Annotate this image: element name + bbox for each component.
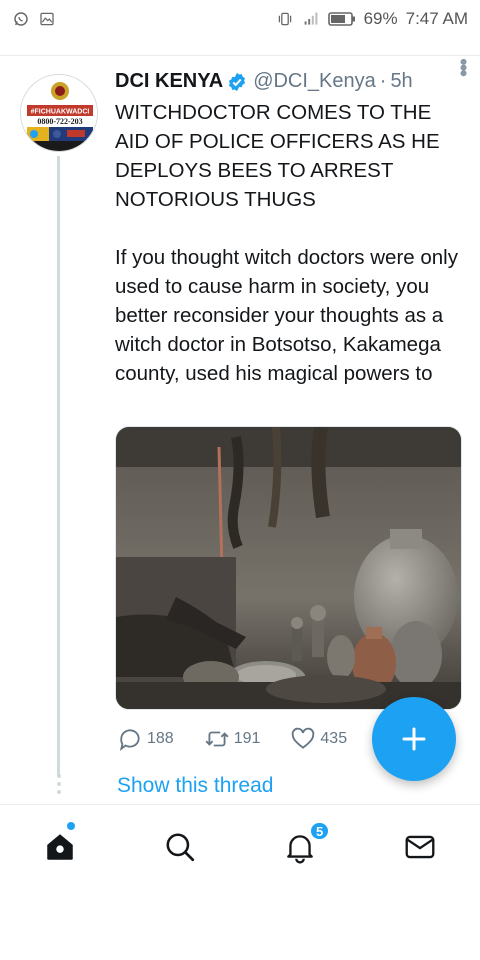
reply-icon	[119, 729, 140, 752]
bottom-nav: 5	[0, 805, 480, 889]
notification-badge: 5	[309, 821, 331, 841]
tweet-age: 5h	[390, 70, 413, 92]
heart-icon	[292, 727, 315, 749]
tweet-text: WITCHDOCTOR COMES TO THE AID OF POLICE O…	[115, 98, 465, 388]
home-icon	[47, 834, 73, 860]
dci-logo-icon: #FICHUAKWADCI 0800-722-203	[21, 75, 97, 151]
search-icon	[166, 833, 195, 862]
avatar-phone: 0800-722-203	[37, 117, 82, 126]
reply-button[interactable]: 188	[117, 726, 174, 752]
avatar-hashtag: #FICHUAKWADCI	[31, 109, 90, 116]
retweet-icon	[205, 731, 229, 747]
photo-witch-doctor-shrine	[116, 427, 461, 709]
avatar[interactable]: #FICHUAKWADCI 0800-722-203	[20, 74, 98, 152]
tweet[interactable]: #FICHUAKWADCI 0800-722-203 DCI KENYA @DC…	[0, 56, 480, 804]
tweet-actions: 188 191 435	[117, 726, 377, 752]
author-name[interactable]: DCI KENYA	[115, 70, 223, 93]
signal-icon	[304, 12, 317, 25]
image-icon	[40, 12, 54, 26]
show-thread-link[interactable]: Show this thread	[117, 774, 273, 798]
nav-search[interactable]	[120, 805, 240, 889]
compose-tweet-button[interactable]	[372, 697, 456, 781]
nav-notifications[interactable]: 5	[240, 805, 360, 889]
author-handle[interactable]: @DCI_Kenya	[253, 70, 376, 93]
retweet-button[interactable]: 191	[204, 726, 261, 752]
home-unread-dot	[67, 822, 75, 830]
tweet-photo[interactable]	[115, 426, 462, 710]
vibrate-icon	[278, 12, 291, 26]
verified-badge-icon	[229, 72, 246, 91]
nav-messages[interactable]	[360, 805, 480, 889]
status-bar: 69% 7:47 AM	[0, 0, 480, 38]
thread-line	[57, 156, 60, 776]
whatsapp-icon	[14, 12, 28, 26]
nav-home[interactable]	[0, 805, 120, 889]
thread-dots	[56, 774, 61, 804]
header-separator: ·	[379, 70, 387, 92]
reply-count: 188	[147, 730, 174, 747]
more-options-icon[interactable]: •••	[451, 58, 476, 75]
tweet-paragraph: If you thought witch doctors were only u…	[115, 246, 458, 385]
battery-icon	[327, 12, 355, 26]
like-count: 435	[320, 730, 348, 747]
messages-icon	[405, 835, 435, 859]
battery-percent: 69%	[363, 9, 398, 28]
clock: 7:47 AM	[405, 9, 468, 28]
plus-icon	[402, 727, 426, 751]
tweet-header: DCI KENYA @DCI_Kenya · 5h	[115, 70, 465, 93]
like-button[interactable]: 435	[290, 726, 347, 752]
retweet-count: 191	[233, 730, 261, 747]
tweet-headline: WITCHDOCTOR COMES TO THE AID OF POLICE O…	[115, 101, 440, 211]
